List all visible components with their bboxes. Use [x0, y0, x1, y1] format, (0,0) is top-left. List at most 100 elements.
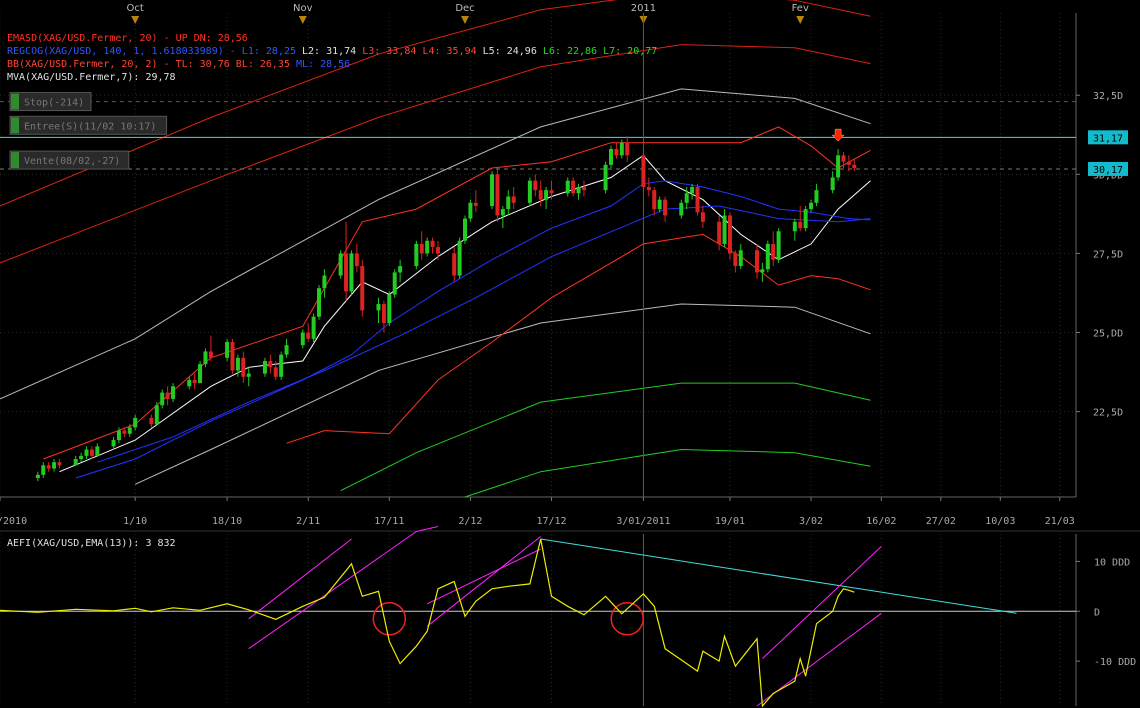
- legend-text: L5: 24,96: [477, 46, 537, 57]
- legend-text: MVA(XAG/USD.Fermer,7): 29,78: [7, 72, 176, 83]
- candle-body: [619, 142, 624, 156]
- candle-body: [776, 231, 781, 260]
- candle-body: [311, 316, 316, 339]
- candle-body: [57, 462, 62, 466]
- candle-body: [262, 360, 267, 374]
- candle-body: [84, 449, 89, 456]
- candle-body: [354, 253, 359, 267]
- candle-body: [798, 221, 803, 229]
- candle-body: [95, 446, 100, 456]
- candle-body: [284, 345, 289, 355]
- oscillator-legend: AEFI(XAG/USD,EMA(13)): 3 832: [7, 538, 176, 549]
- candle-body: [581, 186, 586, 191]
- candle-body: [608, 149, 613, 165]
- candle-body: [165, 392, 170, 399]
- candle-body: [116, 430, 121, 441]
- candle: [608, 145, 613, 169]
- candle: [225, 338, 230, 361]
- candle-body: [792, 221, 797, 232]
- candle-body: [73, 459, 78, 466]
- time-tick-label: 16/02: [866, 516, 896, 527]
- candle-body: [452, 253, 457, 276]
- candle-body: [457, 240, 462, 276]
- candle-body: [771, 243, 776, 260]
- candle-body: [160, 392, 165, 406]
- order-tag[interactable]: Vente(08/02,-27): [9, 150, 130, 170]
- candle-body: [511, 196, 516, 203]
- candle: [527, 177, 532, 206]
- candle-body: [603, 164, 608, 191]
- osc-tick-label: D: [1094, 607, 1100, 618]
- order-tag[interactable]: Stop(-214): [9, 92, 92, 112]
- candle-body: [225, 341, 230, 358]
- candle-body: [89, 449, 94, 456]
- candle-body: [576, 186, 581, 194]
- candle-body: [490, 174, 495, 206]
- candle: [414, 240, 419, 270]
- candle: [468, 199, 473, 222]
- candle-body: [527, 180, 532, 203]
- candle-body: [203, 351, 208, 365]
- candle-body: [760, 269, 765, 273]
- legend-line: MVA(XAG/USD.Fermer,7): 29,78: [7, 72, 176, 83]
- candle-body: [52, 462, 57, 469]
- candle-body: [122, 430, 127, 434]
- candle-body: [571, 180, 576, 194]
- time-tick-label: 3/01/2011: [616, 516, 670, 527]
- legend-text: L2: 31,74: [296, 46, 356, 57]
- candle-body: [360, 266, 365, 311]
- candle-body: [657, 199, 662, 210]
- order-tag-label: Entree(S)(11/02 10:17): [24, 121, 156, 132]
- time-tick-label: 18/10: [212, 516, 242, 527]
- candle-body: [317, 288, 322, 317]
- candle-body: [717, 221, 722, 244]
- candle-body: [381, 304, 386, 324]
- candle: [463, 215, 468, 244]
- candle: [603, 161, 608, 194]
- candle: [490, 171, 495, 210]
- candle-body: [614, 149, 619, 156]
- price-label: 30,17: [1093, 165, 1123, 176]
- candle-body: [268, 360, 273, 368]
- month-label: Dec: [455, 3, 474, 14]
- candle-body: [322, 275, 327, 289]
- month-label: Nov: [293, 3, 313, 14]
- candle-body: [722, 215, 727, 244]
- legend-text: BL: 26,35: [230, 59, 290, 70]
- candle-body: [273, 367, 278, 377]
- candle-body: [35, 474, 40, 479]
- candle-body: [279, 354, 284, 377]
- candle: [457, 237, 462, 279]
- candle-body: [300, 332, 305, 346]
- candle-body: [127, 427, 132, 434]
- candle: [495, 168, 500, 222]
- candle-body: [641, 155, 646, 187]
- candle-body: [192, 379, 197, 384]
- candle-body: [241, 357, 246, 377]
- time-tick-label: 19/01: [715, 516, 745, 527]
- time-tick-label: 2/11: [296, 516, 320, 527]
- candle-body: [841, 155, 846, 162]
- legend-line: EMASD(XAG/USD.Fermer, 20) - UP DN: 28,56: [7, 33, 248, 44]
- legend-text: REGCOG(XAG/USD, 140, 1, 1.618033989) - L…: [7, 46, 296, 57]
- candle: [803, 205, 808, 232]
- candle: [154, 402, 159, 425]
- candle: [198, 360, 203, 384]
- candle-body: [463, 218, 468, 241]
- candle-body: [836, 155, 841, 178]
- candle: [338, 250, 343, 279]
- legend-text: L4: 35,94: [416, 46, 476, 57]
- order-tag-marker: [11, 117, 19, 134]
- legend-text: EMASD(XAG/USD.Fermer, 20) - UP: [7, 33, 188, 44]
- candle-body: [133, 417, 138, 428]
- candle-body: [533, 180, 538, 191]
- order-tag[interactable]: Entree(S)(11/02 10:17): [9, 115, 168, 135]
- legend-line: REGCOG(XAG/USD, 140, 1, 1.618033989) - L…: [7, 46, 657, 57]
- candle-body: [663, 199, 668, 216]
- background: [0, 0, 1140, 708]
- candle-body: [468, 202, 473, 219]
- price-tick-label: 25,DD: [1093, 329, 1123, 340]
- legend-text: ML: 28,56: [290, 59, 350, 70]
- candle-body: [679, 202, 684, 216]
- candle: [360, 259, 365, 317]
